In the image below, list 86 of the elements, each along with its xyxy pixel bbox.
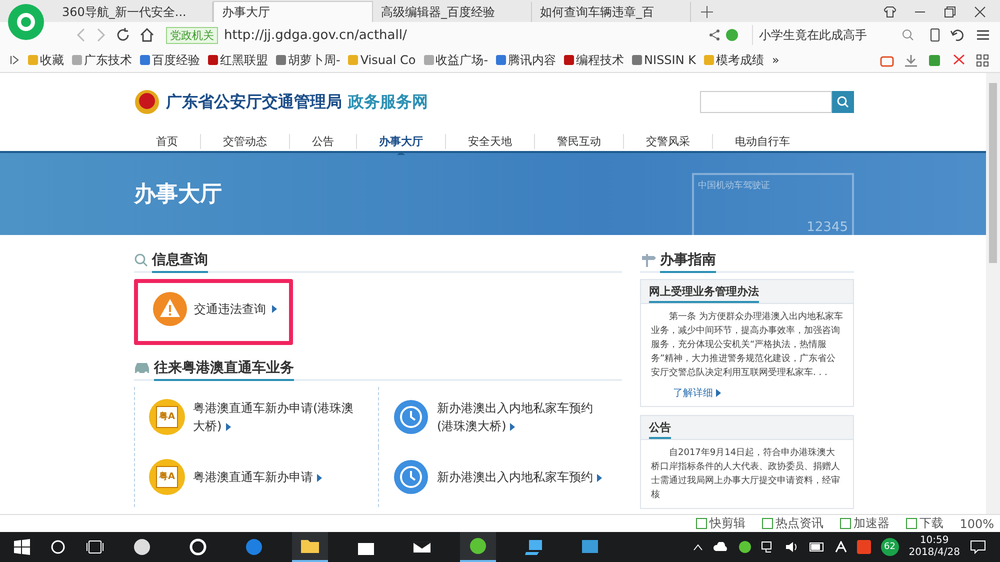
shirt-icon[interactable] (884, 6, 896, 18)
bookmark-item[interactable]: 收藏 (28, 52, 64, 68)
violation-query-link[interactable]: 交通违法查询 (134, 279, 293, 345)
bookmark-item[interactable]: 红黑联盟 (208, 52, 268, 68)
browser-tab[interactable]: 办事大厅 (213, 1, 373, 22)
scrollbar[interactable] (986, 73, 1000, 514)
service-link[interactable]: 粤A 粤港澳直通车新办申请 (135, 447, 379, 507)
close-icon[interactable] (974, 6, 986, 18)
nav-link[interactable]: 安全天地 (446, 134, 535, 148)
details-link[interactable]: 了解详细 (673, 386, 843, 400)
download-icon[interactable] (904, 54, 918, 66)
service-link[interactable]: 粤A 粤港澳直通车新办申请(港珠澳大桥) (135, 387, 379, 447)
bookmark-item[interactable]: 收益广场- (424, 52, 488, 68)
search-icon[interactable] (902, 29, 914, 41)
url-text: http://jj.gdga.gov.cn/acthall/ (224, 28, 407, 42)
status-item[interactable]: 下载 (906, 515, 944, 532)
bookmark-item[interactable]: 腾讯内容 (496, 52, 556, 68)
browser-logo-icon[interactable] (8, 4, 44, 40)
search-button[interactable] (832, 91, 854, 113)
status-item[interactable]: 热点资讯 (762, 515, 824, 532)
panel-text: 第一条 为方便群众办理港澳入出内地私家车业务，减少中间环节，提高办事效率，加强咨询服务，充分体现公安机关“严格执法，热情服务”精神，大力推进警务规范化建设，广东省公安厅交警总队决定利用互联网受理私家车. . . (651, 310, 843, 380)
bookmark-item[interactable]: 模考成绩 (704, 52, 764, 68)
grid-icon[interactable] (976, 54, 990, 66)
folder-app-icon[interactable] (292, 532, 328, 562)
notification-icon[interactable] (970, 540, 986, 554)
input-method-icon[interactable] (834, 541, 847, 553)
warning-icon (152, 291, 188, 327)
home-icon[interactable] (140, 28, 154, 42)
share-icon[interactable] (708, 29, 720, 41)
license-plate-icon: 粤A (149, 399, 185, 435)
clock[interactable]: 10:59 2018/4/28 (908, 535, 960, 559)
emblem-icon (134, 89, 160, 115)
bookmark-item[interactable]: NISSIN K (632, 53, 696, 67)
bookmark-item[interactable]: 胡萝卜周- (276, 52, 340, 68)
windows-start-icon[interactable] (14, 539, 30, 555)
browser-app-icon[interactable] (460, 532, 496, 562)
more-bookmarks[interactable]: » (772, 53, 780, 67)
clock-icon (393, 459, 429, 495)
reload-icon[interactable] (116, 28, 130, 42)
search-icon (134, 252, 148, 266)
scissors-icon[interactable] (952, 54, 966, 66)
sidebar-toggle-icon[interactable] (10, 55, 20, 65)
address-field[interactable]: 党政机关 http://jj.gdga.gov.cn/acthall/ (164, 25, 742, 45)
undo-icon[interactable] (950, 28, 966, 42)
menu-icon[interactable] (976, 28, 990, 42)
service-link[interactable]: 新办港澳出入内地私家车预约 (379, 447, 623, 507)
status-item[interactable]: 加速器 (840, 515, 890, 532)
car-icon (134, 360, 150, 374)
nav-link[interactable]: 警民互动 (535, 134, 624, 148)
signpost-icon (640, 252, 656, 266)
panel-heading: 公告 (649, 420, 671, 439)
zoom-level[interactable]: 100% (960, 516, 994, 530)
status-item[interactable]: 快剪辑 (696, 515, 746, 532)
phone-icon[interactable] (930, 28, 940, 42)
nav-link[interactable]: 电动自行车 (713, 134, 812, 148)
banner-title: 办事大厅 (134, 181, 222, 209)
service-link[interactable]: 新办港澳出入内地私家车预约(港珠澳大桥) (379, 387, 623, 447)
panel-text: 自2017年9月14日起，符合申办港珠澳大桥口岸指标条件的人大代表、政协委员、捐赠人士需通过我局网上办事大厅提交申请资料，经审核 (651, 446, 841, 502)
battery-icon[interactable] (808, 542, 825, 552)
panel-heading: 网上受理业务管理办法 (649, 284, 759, 303)
bookmark-item[interactable]: 百度经验 (140, 52, 200, 68)
section-title: 信息查询 (152, 251, 208, 273)
cloud-icon[interactable] (712, 542, 729, 552)
task-view-icon[interactable] (86, 539, 104, 555)
clock-icon (393, 399, 429, 435)
nav-link[interactable]: 交警风采 (624, 134, 713, 148)
chevron-up-icon[interactable] (692, 543, 703, 551)
nav-link[interactable]: 公告 (290, 134, 357, 148)
nav-link[interactable]: 首页 (134, 134, 201, 148)
site-search-field[interactable] (700, 91, 832, 113)
section-title: 往来粤港澳直通车业务 (154, 359, 294, 381)
search-field[interactable]: 小学生竟在此成高手 (752, 25, 920, 45)
nav-link[interactable]: 交管动态 (201, 134, 290, 148)
bookmark-item[interactable]: 广东技术 (72, 52, 132, 68)
restore-icon[interactable] (944, 6, 956, 18)
site-badge: 党政机关 (166, 26, 218, 44)
bookmark-item[interactable]: 编程技术 (564, 52, 624, 68)
bookmark-item[interactable]: Visual Co (348, 53, 416, 67)
site-subtitle: 政务服务网 (348, 92, 428, 112)
license-plate-icon: 粤A (149, 459, 185, 495)
search-circle-icon[interactable] (50, 539, 66, 555)
speaker-icon[interactable] (784, 541, 799, 553)
section-title: 办事指南 (660, 251, 716, 273)
search-icon (837, 96, 849, 108)
site-title: 广东省公安厅交通管理局 (166, 92, 342, 112)
tv-icon[interactable] (880, 54, 894, 66)
